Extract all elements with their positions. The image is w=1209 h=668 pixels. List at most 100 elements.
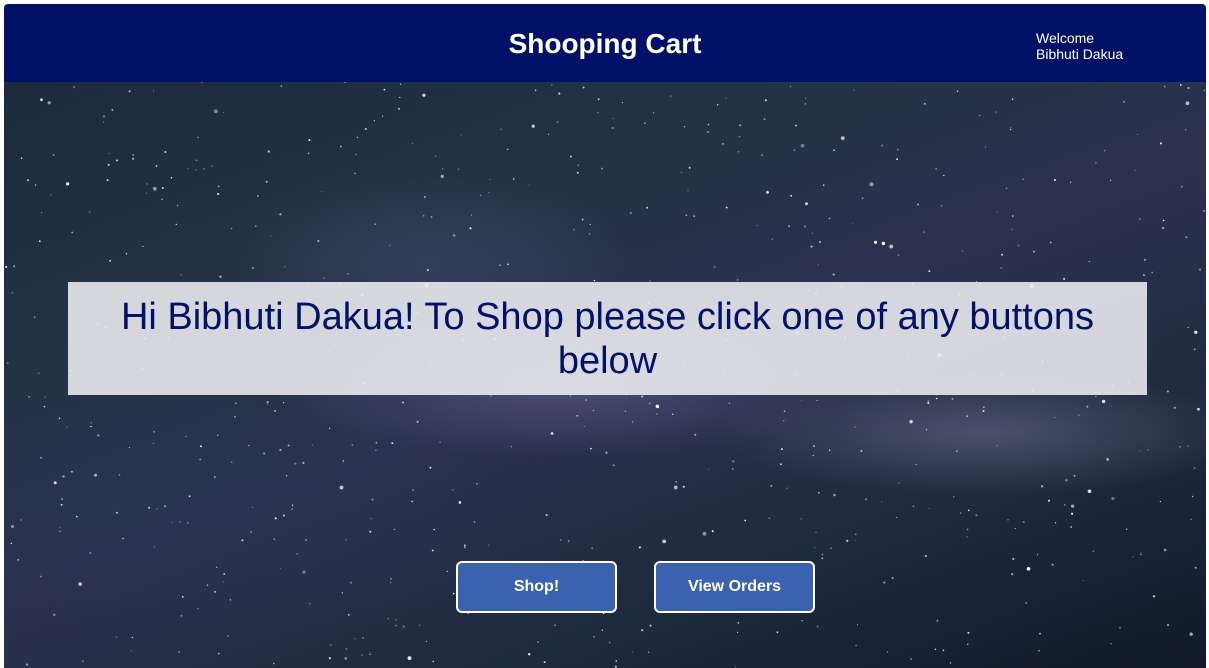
star — [776, 631, 779, 634]
star — [936, 619, 939, 622]
star — [287, 444, 290, 447]
star — [356, 136, 358, 138]
star — [956, 90, 959, 93]
star — [375, 441, 378, 444]
star — [469, 227, 472, 230]
star — [108, 152, 111, 155]
star — [330, 644, 332, 646]
star — [898, 482, 900, 484]
star — [311, 444, 314, 446]
star — [1162, 226, 1165, 230]
star — [889, 244, 894, 249]
star — [722, 142, 724, 145]
star — [195, 159, 198, 162]
star — [291, 504, 294, 507]
star — [672, 413, 674, 416]
star — [354, 638, 356, 640]
star — [577, 164, 580, 166]
star — [744, 519, 747, 522]
star — [869, 182, 874, 187]
star — [600, 167, 604, 170]
star — [786, 487, 788, 489]
star — [10, 542, 13, 545]
star — [966, 415, 969, 418]
star — [896, 516, 898, 518]
star — [145, 192, 148, 194]
star — [440, 174, 444, 178]
star — [305, 539, 307, 541]
star — [669, 95, 672, 97]
star — [507, 263, 509, 266]
star — [966, 528, 969, 531]
star — [1194, 566, 1197, 569]
star — [737, 151, 740, 153]
star — [935, 167, 938, 170]
star — [855, 644, 857, 647]
star — [592, 409, 595, 412]
star — [5, 266, 8, 268]
star — [780, 448, 783, 451]
star — [395, 619, 397, 621]
star — [725, 206, 728, 209]
star — [399, 96, 401, 99]
star — [263, 452, 266, 455]
star — [641, 629, 644, 632]
star — [1037, 649, 1040, 652]
star — [1184, 129, 1187, 131]
star — [830, 547, 832, 549]
star — [26, 179, 30, 182]
star — [229, 599, 232, 601]
star — [597, 111, 599, 114]
star — [1106, 458, 1109, 461]
star — [480, 194, 482, 196]
star — [1054, 416, 1056, 418]
star — [832, 273, 835, 276]
star — [44, 396, 46, 398]
shop-button[interactable]: Shop! — [456, 561, 617, 613]
star — [364, 128, 367, 130]
star — [737, 622, 740, 624]
star — [569, 155, 572, 158]
star — [662, 539, 667, 544]
star — [88, 211, 91, 213]
app-title: Shooping Cart — [508, 28, 702, 59]
star — [1070, 504, 1075, 508]
view-orders-button[interactable]: View Orders — [654, 561, 815, 613]
star — [389, 577, 393, 580]
star — [90, 425, 92, 428]
star — [923, 102, 926, 105]
star — [1194, 330, 1198, 334]
star — [1199, 268, 1202, 271]
star — [1134, 169, 1136, 172]
star — [387, 618, 389, 620]
star — [846, 539, 849, 542]
welcome-label: Welcome — [1036, 30, 1095, 46]
star — [1011, 228, 1013, 230]
star — [840, 136, 845, 140]
star — [916, 203, 919, 206]
star — [788, 225, 790, 227]
star — [296, 553, 298, 555]
star — [1166, 390, 1169, 393]
star — [1010, 127, 1012, 129]
star — [631, 421, 634, 423]
star — [833, 149, 835, 151]
star — [476, 483, 478, 485]
star — [543, 661, 546, 664]
star — [328, 657, 331, 660]
star — [488, 192, 490, 194]
star — [506, 148, 509, 151]
star — [187, 522, 189, 524]
star — [943, 174, 945, 177]
star — [161, 186, 164, 190]
star — [790, 194, 793, 197]
star — [317, 239, 320, 243]
star — [71, 231, 74, 234]
star — [218, 652, 220, 655]
star — [1187, 445, 1189, 447]
star — [576, 171, 579, 174]
star — [146, 183, 148, 185]
star — [1163, 548, 1167, 552]
star — [612, 464, 615, 467]
star — [40, 98, 43, 102]
